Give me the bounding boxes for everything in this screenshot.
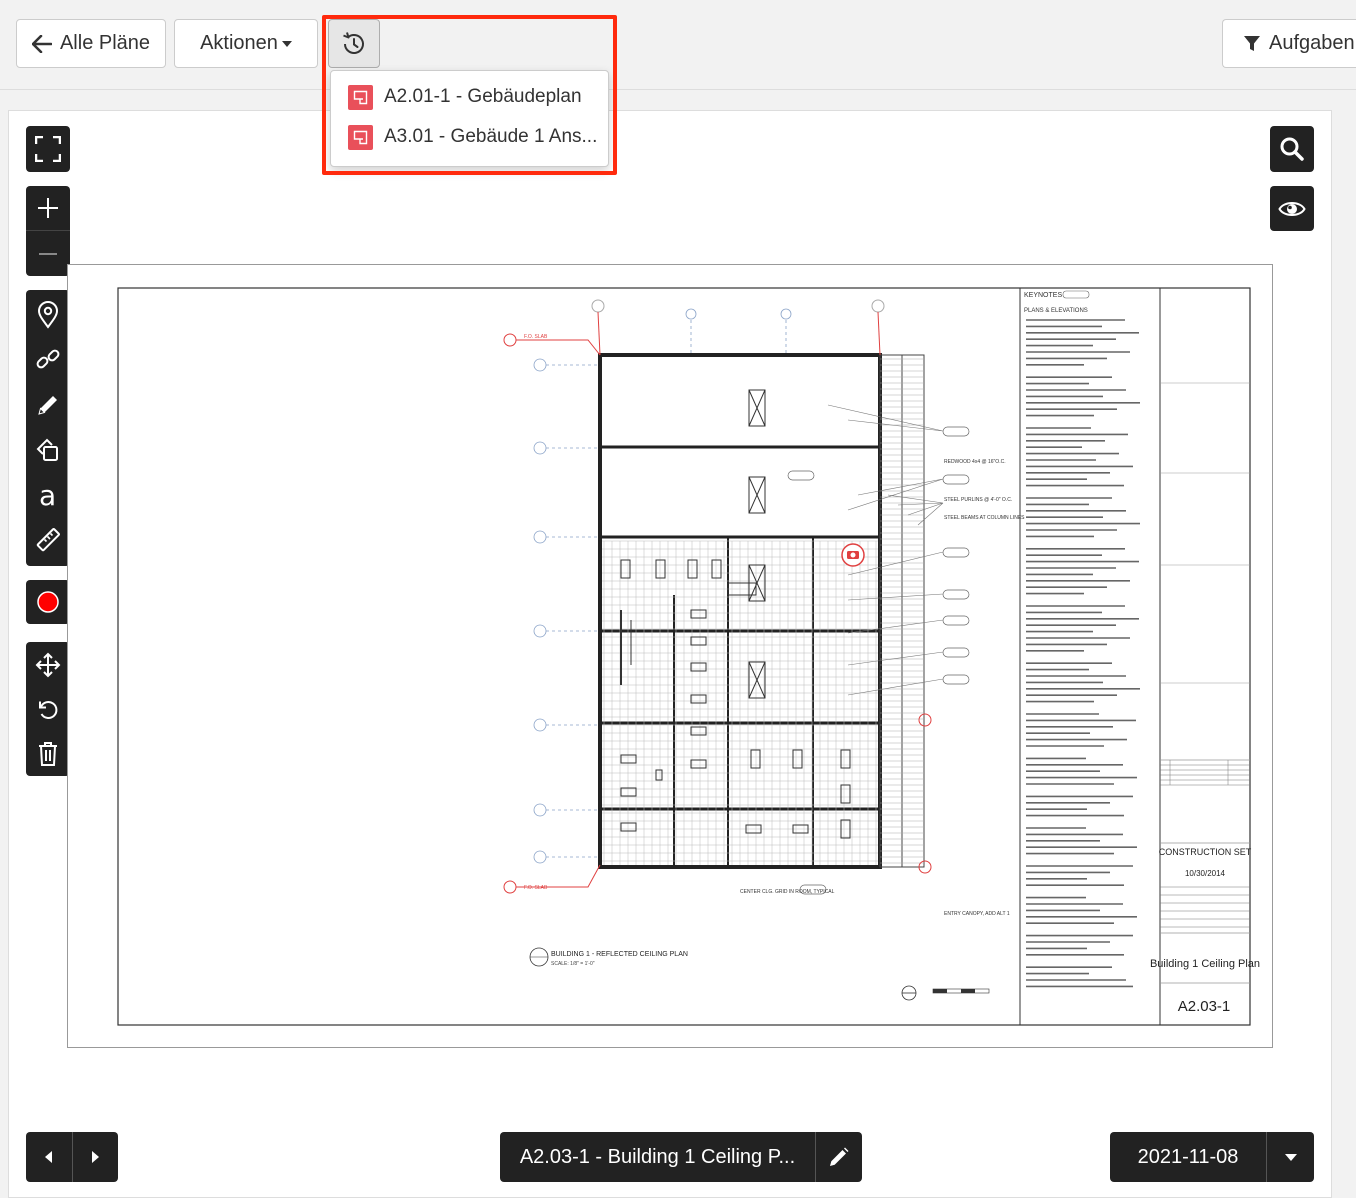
caret-down-icon: [281, 40, 292, 47]
svg-text:a: a: [39, 482, 56, 508]
caret-left-icon: [44, 1151, 52, 1163]
edit-plan-button[interactable]: [816, 1132, 862, 1182]
pencil-icon: [830, 1147, 849, 1166]
steel-purlins-note: STEEL PURLINS @ 4'-0" O.C.: [944, 497, 1012, 503]
pencil-tool[interactable]: [26, 382, 70, 427]
zoom-group: [26, 186, 70, 276]
map-pin-icon: [37, 300, 59, 329]
edit-tools: [26, 642, 70, 776]
filter-icon: [1244, 35, 1260, 51]
drawing-scale: SCALE: 1/8" = 1'-0": [551, 961, 595, 967]
trash-icon: [39, 742, 57, 766]
set-date: 10/30/2014: [1185, 869, 1226, 878]
tasks-filter-label: Aufgaben f: [1269, 32, 1356, 54]
top-toolbar: Alle Pläne Aktionen Aufgaben f: [0, 0, 1356, 90]
fo-slab-label: F.O. SLAB: [524, 334, 548, 340]
highlight-box: [322, 15, 617, 175]
link-tool[interactable]: [26, 337, 70, 382]
text-icon: a: [39, 482, 56, 508]
version-date-select: 2021-11-08: [1110, 1132, 1314, 1182]
all-plans-button[interactable]: Alle Pläne: [16, 19, 166, 68]
record-icon: [37, 591, 59, 613]
fullscreen-button[interactable]: [26, 126, 70, 172]
zoom-out-button[interactable]: [26, 231, 70, 276]
entry-canopy-note: ENTRY CANOPY, ADD ALT 1: [944, 911, 1010, 917]
drawing-title: BUILDING 1 - REFLECTED CEILING PLAN: [551, 951, 688, 958]
ruler-icon: [36, 527, 60, 551]
version-date-dropdown[interactable]: [1267, 1132, 1314, 1182]
keynote-text-lines: [1026, 319, 1140, 988]
sheet-title: Building 1 Ceiling Plan: [1150, 958, 1260, 970]
redwood-note: REDWOOD 4x4 @ 16"O.C.: [944, 459, 1006, 465]
plan-name-label[interactable]: A2.03-1 - Building 1 Ceiling P...: [500, 1132, 816, 1182]
record-button[interactable]: [26, 580, 70, 624]
plan-name-control: A2.03-1 - Building 1 Ceiling P...: [500, 1132, 862, 1182]
floor-plan-svg: KEYNOTES PLANS & ELEVATIONS CONSTRUCTION…: [117, 287, 1260, 1026]
all-plans-label: Alle Pläne: [59, 32, 151, 54]
zoom-in-button[interactable]: [26, 186, 70, 231]
keynotes-title: KEYNOTES: [1024, 292, 1062, 299]
eye-icon: [1278, 201, 1306, 216]
actions-label: Aktionen: [200, 32, 278, 54]
search-icon: [1280, 137, 1304, 161]
shapes-tool[interactable]: [26, 427, 70, 472]
steel-beams-note: STEEL BEAMS AT COLUMN LINES: [944, 515, 1025, 521]
shapes-icon: [36, 438, 58, 461]
measure-tool[interactable]: [26, 517, 70, 562]
rotate-tool[interactable]: [26, 687, 70, 732]
link-icon: [36, 349, 60, 368]
previous-plan-button[interactable]: [26, 1132, 73, 1182]
keynotes-subtitle: PLANS & ELEVATIONS: [1024, 308, 1088, 314]
next-plan-button[interactable]: [73, 1132, 119, 1182]
pin-tool[interactable]: [26, 292, 70, 337]
delete-tool[interactable]: [26, 732, 70, 776]
caret-right-icon: [92, 1151, 100, 1163]
pencil-icon: [38, 395, 57, 415]
sheet-number: A2.03-1: [1178, 998, 1231, 1015]
caret-down-icon: [1284, 1153, 1297, 1161]
fo-slab-label: F.O. SLAB: [524, 885, 548, 891]
visibility-button[interactable]: [1270, 186, 1314, 231]
center-clg-note: CENTER CLG. GRID IN ROOM, TYPICAL: [740, 889, 835, 895]
actions-button[interactable]: Aktionen: [174, 19, 318, 68]
annotation-tools: a: [26, 290, 70, 566]
version-date-label[interactable]: 2021-11-08: [1110, 1132, 1267, 1182]
construction-set-label: CONSTRUCTION SET: [1159, 847, 1252, 857]
fullscreen-icon: [35, 136, 61, 162]
tasks-filter-button[interactable]: Aufgaben f: [1222, 19, 1356, 68]
move-tool[interactable]: [26, 642, 70, 687]
minus-icon: [39, 252, 57, 255]
text-tool[interactable]: a: [26, 472, 70, 517]
plan-drawing[interactable]: KEYNOTES PLANS & ELEVATIONS CONSTRUCTION…: [67, 264, 1273, 1048]
plus-icon: [38, 198, 58, 218]
move-icon: [35, 652, 61, 677]
search-button[interactable]: [1270, 126, 1314, 172]
page-navigation: [26, 1132, 118, 1182]
arrow-left-icon: [31, 34, 52, 53]
rotate-icon: [39, 700, 58, 719]
